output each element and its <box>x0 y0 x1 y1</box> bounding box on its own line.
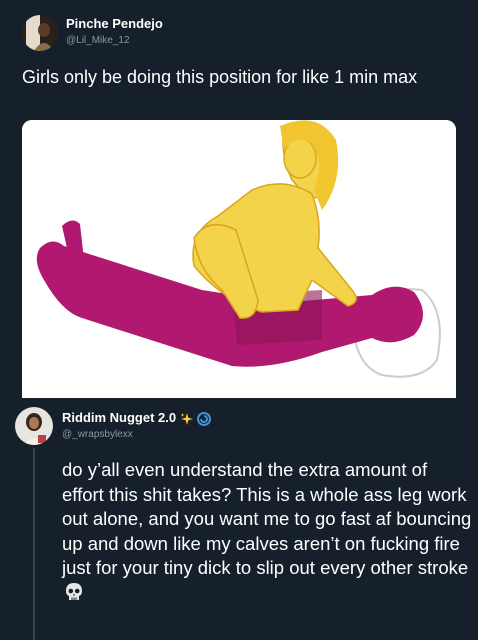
avatar[interactable] <box>22 15 58 51</box>
cyclone-icon <box>197 411 212 426</box>
handle[interactable]: @Lil_Mike_12 <box>66 35 130 46</box>
display-name-text: Riddim Nugget 2.0 <box>62 410 177 425</box>
tweet-text-body: do y’all even understand the extra amoun… <box>62 459 472 578</box>
display-name[interactable]: Riddim Nugget 2.0 <box>62 410 212 426</box>
original-tweet: Pinche Pendejo @Lil_Mike_12 Girls only b… <box>0 0 478 398</box>
avatar-image <box>15 407 53 445</box>
display-name[interactable]: Pinche Pendejo <box>66 16 163 31</box>
position-illustration <box>22 120 456 398</box>
thread-line <box>33 448 35 640</box>
avatar-image <box>22 15 58 51</box>
skull-icon <box>66 582 82 600</box>
tweet-text: do y’all even understand the extra amoun… <box>62 458 474 605</box>
tweet-text: Girls only be doing this position for li… <box>22 67 418 87</box>
avatar[interactable] <box>15 407 53 445</box>
tweet-media-image[interactable] <box>22 120 456 398</box>
sparkles-icon <box>180 412 193 425</box>
handle[interactable]: @_wrapsbylexx <box>62 429 133 440</box>
